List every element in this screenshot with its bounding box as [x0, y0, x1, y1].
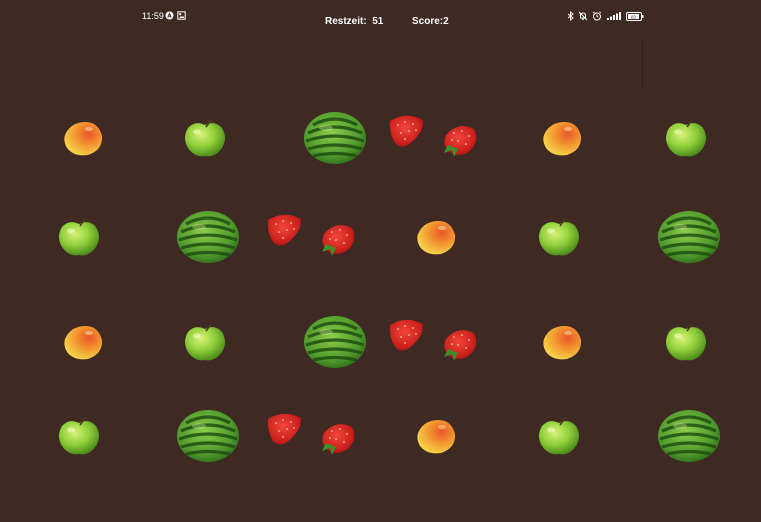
peach-icon: [64, 121, 103, 156]
watermelon-icon: [658, 410, 720, 462]
peach-tile[interactable]: [541, 322, 585, 362]
apple-tile[interactable]: [56, 215, 102, 259]
apple-tile[interactable]: [182, 116, 228, 160]
peach-icon: [543, 325, 582, 360]
apple-icon: [539, 218, 579, 256]
strawberry-tile[interactable]: [388, 113, 480, 163]
strawberry-tile[interactable]: [266, 411, 358, 461]
watermelon-tile[interactable]: [175, 407, 241, 465]
apple-tile[interactable]: [56, 414, 102, 458]
watermelon-icon: [658, 211, 720, 263]
watermelon-icon: [304, 316, 366, 368]
strawberry-icon: [267, 413, 355, 455]
strawberry-tile[interactable]: [266, 212, 358, 262]
watermelon-tile[interactable]: [656, 407, 722, 465]
watermelon-tile[interactable]: [302, 109, 368, 167]
peach-tile[interactable]: [541, 118, 585, 158]
apple-icon: [185, 119, 225, 157]
fruit-grid: [0, 0, 761, 522]
apple-icon: [539, 417, 579, 455]
apple-icon: [59, 218, 99, 256]
watermelon-tile[interactable]: [302, 313, 368, 371]
apple-icon: [185, 323, 225, 361]
apple-tile[interactable]: [663, 116, 709, 160]
peach-tile[interactable]: [415, 217, 459, 257]
peach-icon: [64, 325, 103, 360]
apple-icon: [666, 119, 706, 157]
strawberry-tile[interactable]: [388, 317, 480, 367]
apple-icon: [59, 417, 99, 455]
watermelon-tile[interactable]: [656, 208, 722, 266]
peach-tile[interactable]: [62, 322, 106, 362]
watermelon-icon: [177, 410, 239, 462]
watermelon-tile[interactable]: [175, 208, 241, 266]
strawberry-icon: [267, 214, 355, 256]
peach-icon: [417, 419, 456, 454]
peach-icon: [543, 121, 582, 156]
apple-tile[interactable]: [536, 215, 582, 259]
apple-tile[interactable]: [182, 320, 228, 364]
watermelon-icon: [177, 211, 239, 263]
peach-tile[interactable]: [62, 118, 106, 158]
watermelon-icon: [304, 112, 366, 164]
apple-tile[interactable]: [536, 414, 582, 458]
strawberry-icon: [389, 115, 477, 157]
peach-icon: [417, 220, 456, 255]
strawberry-icon: [389, 319, 477, 361]
apple-icon: [666, 323, 706, 361]
apple-tile[interactable]: [663, 320, 709, 364]
peach-tile[interactable]: [415, 416, 459, 456]
